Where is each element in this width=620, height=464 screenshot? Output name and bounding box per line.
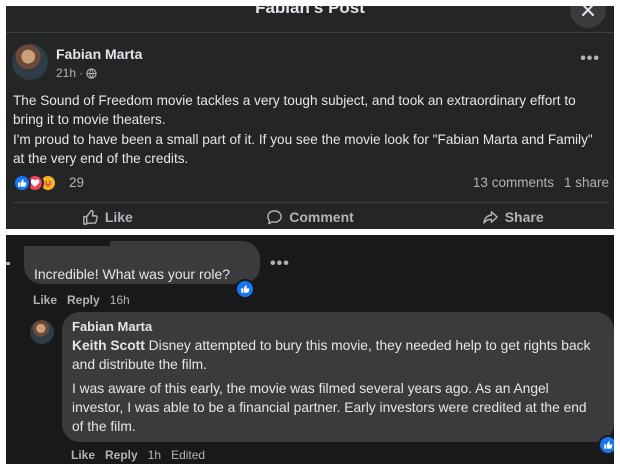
post-author-name[interactable]: Fabian Marta	[56, 46, 142, 62]
header-divider	[6, 32, 614, 33]
globe-icon	[86, 67, 97, 79]
meta-separator: ·	[79, 66, 84, 80]
reply-like-link[interactable]: Like	[71, 448, 95, 462]
thumbs-up-icon	[83, 209, 98, 225]
post-actions: Like Comment Share	[6, 206, 614, 228]
reply-paragraph: I was aware of this early, the movie was…	[72, 381, 587, 434]
edited-label: Edited	[171, 448, 206, 462]
dialog-title: Fabian's Post	[255, 6, 365, 17]
comment-label: Comment	[289, 209, 354, 225]
comment-text: Incredible! What was your role?	[34, 266, 231, 282]
comment-icon	[267, 209, 283, 224]
avatar[interactable]	[30, 320, 54, 344]
reply-bubble: Fabian Marta Keith Scott Disney attempte…	[62, 312, 614, 442]
reaction-count[interactable]: 29	[69, 175, 84, 190]
thumbs-up-icon	[604, 441, 613, 449]
like-button[interactable]: Like	[6, 206, 209, 228]
reply-text: Disney attempted to bury this movie, the…	[72, 338, 591, 372]
mention-link[interactable]: Keith Scott	[72, 338, 145, 353]
reactions-row: 29 13 comments 1 share	[13, 174, 609, 194]
close-icon	[582, 6, 594, 16]
post-stats: 13 comments 1 share	[473, 175, 609, 190]
like-reaction-icon	[13, 174, 31, 192]
share-button[interactable]: Share	[411, 206, 614, 228]
post-meta: 21h ·	[56, 66, 97, 80]
reply-paragraph: Keith Scott Disney attempted to bury thi…	[72, 336, 592, 374]
comment-button[interactable]: Comment	[209, 206, 412, 228]
comment-actions: Like Reply 16h	[33, 293, 130, 307]
actions-divider	[13, 202, 609, 203]
thread-line	[6, 262, 10, 265]
comment-reply-link[interactable]: Reply	[67, 293, 100, 307]
redacted-author-name	[24, 235, 110, 246]
post-dialog: Fabian's Post Fabian Marta 21h · ••• The…	[6, 6, 614, 229]
thumbs-up-icon	[241, 285, 250, 293]
comment-like-link[interactable]: Like	[33, 293, 57, 307]
avatar[interactable]	[12, 44, 48, 80]
reply-like-badge[interactable]	[598, 435, 614, 455]
shares-count-link[interactable]: 1 share	[564, 175, 609, 190]
reply-author-name[interactable]: Fabian Marta	[72, 319, 152, 334]
share-label: Share	[504, 209, 544, 225]
share-icon	[482, 210, 498, 224]
reply-time[interactable]: 1h	[148, 448, 161, 462]
post-time[interactable]: 21h	[56, 66, 76, 80]
post-paragraph: The Sound of Freedom movie tackles a ver…	[13, 93, 576, 127]
comments-section: Incredible! What was your role? ••• Like…	[6, 235, 614, 464]
comment-more-button[interactable]: •••	[270, 255, 290, 273]
reaction-icons[interactable]	[13, 174, 57, 192]
reply-actions: Like Reply 1h Edited	[71, 448, 205, 462]
close-button[interactable]	[570, 6, 606, 28]
comments-count-link[interactable]: 13 comments	[473, 175, 554, 190]
more-options-button[interactable]: •••	[580, 50, 600, 68]
like-label: Like	[104, 209, 133, 225]
reply-reply-link[interactable]: Reply	[105, 448, 138, 462]
post-paragraph: I'm proud to have been a small part of i…	[13, 132, 593, 166]
comment-like-badge[interactable]	[235, 279, 255, 299]
comment-time[interactable]: 16h	[110, 293, 130, 307]
comment-bubble: Incredible! What was your role?	[24, 241, 260, 284]
